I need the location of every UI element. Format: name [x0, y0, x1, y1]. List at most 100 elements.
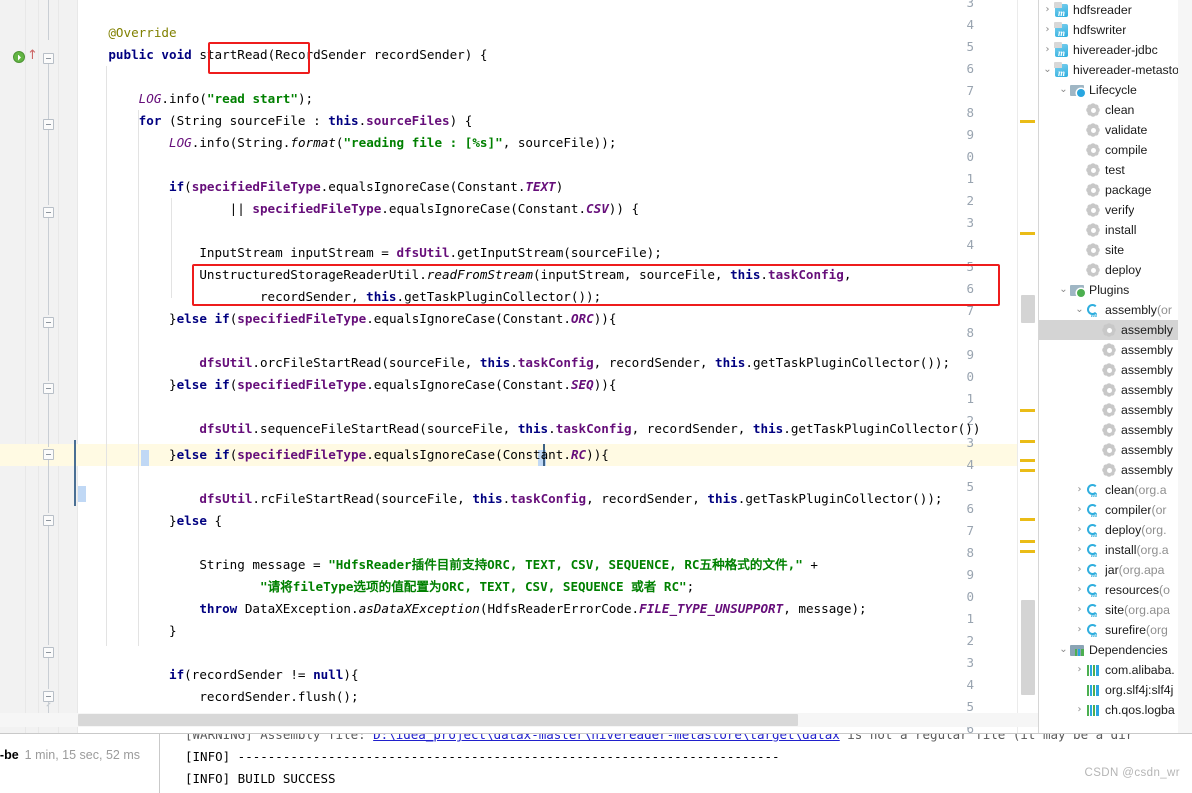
chevron-right-icon[interactable]: › [1073, 700, 1086, 720]
chevron-right-icon[interactable]: › [1073, 660, 1086, 680]
maven-tree-row[interactable]: assembly [1039, 440, 1192, 460]
chevron-right-icon[interactable]: › [1073, 500, 1086, 520]
chevron-right-icon[interactable]: › [1073, 600, 1086, 620]
maven-tree-row[interactable]: deploy [1039, 260, 1192, 280]
maven-tree-row[interactable]: ⌄ Lifecycle [1039, 80, 1192, 100]
warning-marker[interactable] [1020, 440, 1035, 443]
maven-tree-row[interactable]: › clean (org.a [1039, 480, 1192, 500]
chevron-down-icon[interactable]: ⌄ [1057, 640, 1070, 660]
maven-tree-row[interactable]: assembly [1039, 460, 1192, 480]
chevron-right-icon[interactable]: › [1041, 0, 1054, 20]
maven-tree-row[interactable]: › com.alibaba. [1039, 660, 1192, 680]
warning-marker[interactable] [1020, 459, 1035, 462]
chevron-right-icon[interactable]: › [1073, 580, 1086, 600]
fold-marker[interactable] [43, 383, 54, 394]
maven-tree-row[interactable]: compile [1039, 140, 1192, 160]
gear-icon [1086, 182, 1102, 198]
maven-tree-row[interactable]: › site (org.apa [1039, 600, 1192, 620]
console-link[interactable]: D:\idea_project\datax-master\hivereader-… [373, 734, 840, 742]
editor-gutter[interactable] [0, 0, 78, 733]
maven-tree-row-label: Plugins [1089, 283, 1130, 297]
maven-tree-row[interactable]: › hivereader-jdbc [1039, 40, 1192, 60]
chevron-right-icon[interactable]: › [1041, 40, 1054, 60]
maven-tree-row[interactable]: assembly [1039, 400, 1192, 420]
maven-tree-row-label: hdfswriter [1073, 23, 1127, 37]
vertical-scrollbar-thumb[interactable] [1021, 600, 1035, 695]
run-tree-node[interactable]: ugin:2.2-be 1 min, 15 sec, 52 ms [0, 748, 140, 762]
code-editor[interactable]: 3456789012345678901234567890123456 ↑ [0, 0, 1038, 733]
maven-tree-row[interactable]: ⌄ hivereader-metasto [1039, 60, 1192, 80]
maven-tree-row[interactable]: install [1039, 220, 1192, 240]
maven-tree-row[interactable]: test [1039, 160, 1192, 180]
chevron-right-icon[interactable]: › [1041, 20, 1054, 40]
maven-tree-row[interactable]: assembly [1039, 420, 1192, 440]
chevron-right-icon[interactable]: › [1073, 620, 1086, 640]
maven-tree-row[interactable]: assembly [1039, 320, 1192, 340]
warning-marker[interactable] [1020, 469, 1035, 472]
panel-scrollbar-track[interactable] [1178, 0, 1192, 733]
build-console-output[interactable]: [WARNING] Assembly file: D:\idea_project… [161, 734, 1192, 793]
maven-tree-row[interactable]: assembly [1039, 360, 1192, 380]
maven-projects-panel[interactable]: ›hdfsreader›hdfswriter›hivereader-jdbc⌄h… [1038, 0, 1192, 733]
chevron-down-icon[interactable]: ⌄ [1057, 80, 1070, 100]
maven-tree-row[interactable]: ⌄ assembly (or [1039, 300, 1192, 320]
maven-tree-row[interactable]: › surefire (org [1039, 620, 1192, 640]
maven-tree-row-label: assembly [1121, 323, 1173, 337]
fold-marker[interactable] [43, 53, 54, 64]
warning-marker[interactable] [1020, 232, 1035, 235]
chevron-down-icon[interactable]: ⌄ [1073, 300, 1086, 320]
chevron-down-icon[interactable]: ⌄ [1057, 280, 1070, 300]
maven-tree-row[interactable]: › resources (o [1039, 580, 1192, 600]
maven-tree-row[interactable]: › deploy (org. [1039, 520, 1192, 540]
maven-tree-row[interactable]: verify [1039, 200, 1192, 220]
maven-tree-row[interactable]: assembly [1039, 340, 1192, 360]
horizontal-scrollbar-thumb[interactable] [78, 714, 798, 726]
source-code-text[interactable]: @Override public void startRead(RecordSe… [78, 0, 1038, 733]
maven-tree-row[interactable]: site [1039, 240, 1192, 260]
fold-marker[interactable] [43, 207, 54, 218]
maven-tree-row[interactable]: package [1039, 180, 1192, 200]
warning-marker[interactable] [1020, 409, 1035, 412]
error-stripe-gutter[interactable] [1017, 0, 1038, 733]
maven-tree-row[interactable]: › ch.qos.logba [1039, 700, 1192, 720]
fold-marker[interactable] [43, 449, 54, 460]
gutter-divider-3 [58, 0, 59, 733]
fold-marker[interactable] [43, 317, 54, 328]
maven-tree-row[interactable]: › install (org.a [1039, 540, 1192, 560]
maven-tree-row[interactable]: › jar (org.apa [1039, 560, 1192, 580]
fold-marker[interactable] [43, 691, 54, 702]
warning-marker[interactable] [1020, 120, 1035, 123]
warning-marker[interactable] [1020, 540, 1035, 543]
maven-tree-row[interactable]: clean [1039, 100, 1192, 120]
chevron-right-icon[interactable]: › [1073, 480, 1086, 500]
vertical-scrollbar-thumb[interactable] [1021, 295, 1035, 323]
maven-tree-row[interactable]: › hdfsreader [1039, 0, 1192, 20]
maven-tree-row[interactable]: validate [1039, 120, 1192, 140]
fold-marker[interactable] [43, 119, 54, 130]
watermark: CSDN @csdn_wr [1084, 767, 1180, 779]
chevron-down-icon[interactable]: ⌄ [1041, 60, 1054, 80]
warning-marker[interactable] [1020, 550, 1035, 553]
chevron-right-icon[interactable]: › [1073, 560, 1086, 580]
dependencies-folder-icon [1070, 642, 1086, 658]
maven-tree-row[interactable]: org.slf4j:slf4j [1039, 680, 1192, 700]
run-gutter-icon[interactable] [13, 51, 25, 63]
maven-tree-row[interactable]: › hdfswriter [1039, 20, 1192, 40]
fold-marker[interactable] [43, 647, 54, 658]
run-tool-window[interactable]: ugin:2.2-be 1 min, 15 sec, 52 ms [WARNING… [0, 733, 1192, 793]
fold-marker[interactable] [43, 515, 54, 526]
maven-tree-row[interactable]: ⌄ Plugins [1039, 280, 1192, 300]
maven-tree-row[interactable]: ⌄ Dependencies [1039, 640, 1192, 660]
warning-marker[interactable] [1020, 518, 1035, 521]
maven-run-tree[interactable]: ugin:2.2-be 1 min, 15 sec, 52 ms [0, 734, 160, 793]
chevron-right-icon[interactable]: › [1073, 520, 1086, 540]
maven-tree-row[interactable]: › compiler (or [1039, 500, 1192, 520]
maven-tree-row[interactable]: assembly [1039, 380, 1192, 400]
chevron-right-icon[interactable]: › [1073, 540, 1086, 560]
